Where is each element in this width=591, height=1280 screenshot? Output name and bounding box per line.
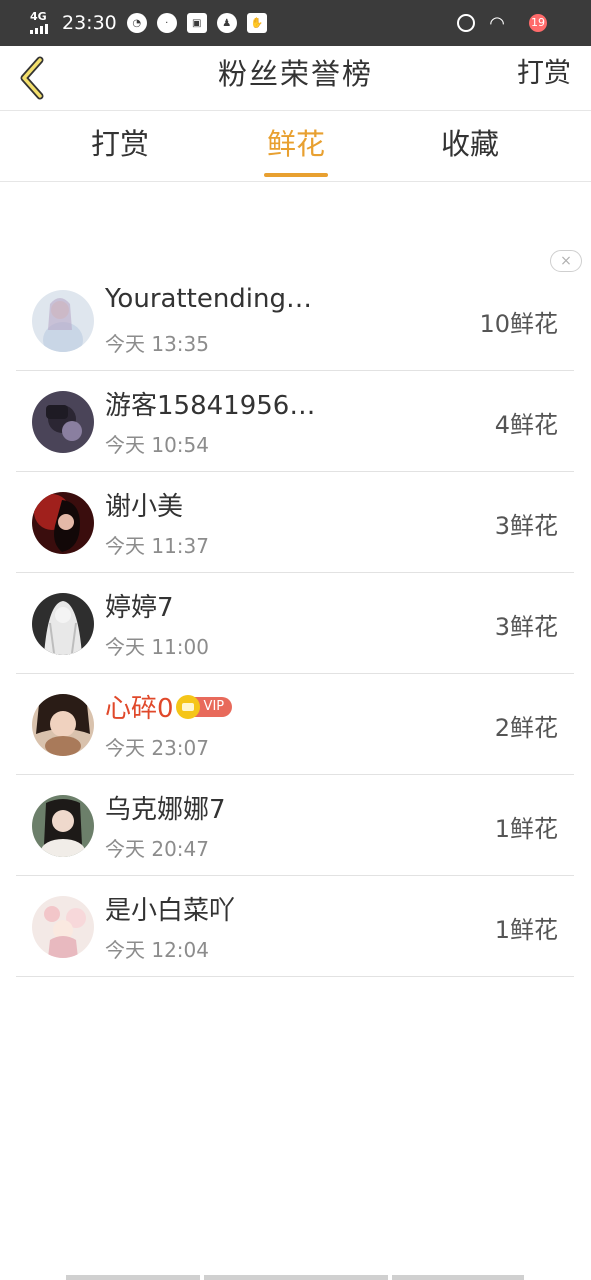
list-item[interactable]: 游客15841956… 今天 10:54 4鲜花 (16, 371, 574, 472)
flower-count: 10鲜花 (479, 310, 558, 338)
reward-button[interactable]: 打赏 (517, 46, 571, 102)
close-icon[interactable]: × (550, 250, 582, 272)
fan-time: 今天 23:07 (105, 736, 209, 760)
fan-time: 今天 10:54 (105, 433, 209, 457)
list-item[interactable]: 婷婷7 今天 11:00 3鲜花 (16, 573, 574, 674)
fan-time: 今天 20:47 (105, 837, 209, 861)
list-item[interactable]: Yourattending… 今天 13:35 10鲜花 (16, 270, 574, 371)
page-title: 粉丝荣誉榜 (217, 57, 373, 91)
speedometer-icon: ◔ (126, 13, 147, 33)
fan-name: Yourattending… (105, 284, 313, 314)
vip-badge: VIP (175, 694, 233, 719)
alarm-icon (457, 14, 476, 32)
avatar (32, 694, 94, 756)
fan-time: 今天 12:04 (105, 938, 209, 962)
status-time: 23:30 (62, 12, 117, 34)
fan-name: 心碎0 VIP (105, 688, 233, 725)
flower-count: 4鲜花 (494, 411, 558, 439)
header-bar: 粉丝荣誉榜 打赏 (0, 46, 591, 111)
fan-name: 乌克娜娜7 (105, 795, 226, 825)
status-bar-right: ◠ 19 (457, 0, 553, 46)
flower-count: 1鲜花 (494, 916, 558, 944)
network-indicator: 4G (30, 10, 52, 34)
hand-icon: ✋ (246, 13, 267, 33)
active-tab-indicator (264, 173, 328, 177)
fan-name: 婷婷7 (105, 593, 174, 623)
list-item[interactable]: 谢小美 今天 11:37 3鲜花 (16, 472, 574, 573)
status-bar-left: 4G 23:30 ◔ · ▣ ♟ ✋ (30, 0, 267, 46)
tab-favorites-label: 收藏 (440, 127, 499, 161)
flower-count: 3鲜花 (494, 512, 558, 540)
flower-count: 3鲜花 (494, 613, 558, 641)
avatar (32, 391, 94, 453)
fan-name: 谢小美 (105, 492, 184, 522)
avatar (32, 593, 94, 655)
signal-icon (30, 24, 52, 34)
avatar (32, 290, 94, 352)
app-notification-icon: · (156, 13, 177, 33)
nav-hint-right (392, 1275, 524, 1280)
network-type: 4G (30, 10, 47, 23)
fan-name-text: 心碎0 (105, 694, 174, 724)
tab-reward-label: 打赏 (90, 127, 149, 161)
nav-hint-left (66, 1275, 200, 1280)
weather-temp: 19 (529, 14, 547, 32)
tab-bar: 打赏 鲜花 收藏 (0, 111, 591, 182)
list-item[interactable]: 乌克娜娜7 今天 20:47 1鲜花 (16, 775, 574, 876)
qq-icon: ♟ (216, 13, 237, 33)
tab-reward[interactable]: 打赏 (88, 111, 152, 181)
list-item[interactable]: 心碎0 VIP 今天 23:07 2鲜花 (16, 674, 574, 775)
flower-count: 2鲜花 (494, 714, 558, 742)
avatar (32, 492, 94, 554)
fan-name: 是小白菜吖 (105, 896, 236, 926)
avatar (32, 896, 94, 958)
list-item[interactable]: 是小白菜吖 今天 12:04 1鲜花 (16, 876, 574, 977)
fan-name: 游客15841956… (105, 391, 316, 421)
wifi-icon: ◠ (489, 12, 505, 34)
nav-hint-center (204, 1275, 388, 1280)
fans-list: Yourattending… 今天 13:35 10鲜花 游客15841956…… (16, 270, 574, 977)
tab-flowers-label: 鲜花 (266, 127, 325, 161)
status-bar: 4G 23:30 ◔ · ▣ ♟ ✋ ◠ 19 (0, 0, 591, 46)
tab-favorites[interactable]: 收藏 (438, 111, 502, 181)
flower-count: 1鲜花 (494, 815, 558, 843)
crown-icon (175, 694, 200, 719)
image-notification-icon: ▣ (186, 13, 207, 33)
fan-time: 今天 11:00 (105, 635, 209, 659)
avatar (32, 795, 94, 857)
fan-time: 今天 11:37 (105, 534, 209, 558)
tab-flowers[interactable]: 鲜花 (264, 111, 328, 181)
weather-icon: 19 (519, 9, 553, 37)
fan-time: 今天 13:35 (105, 332, 209, 356)
